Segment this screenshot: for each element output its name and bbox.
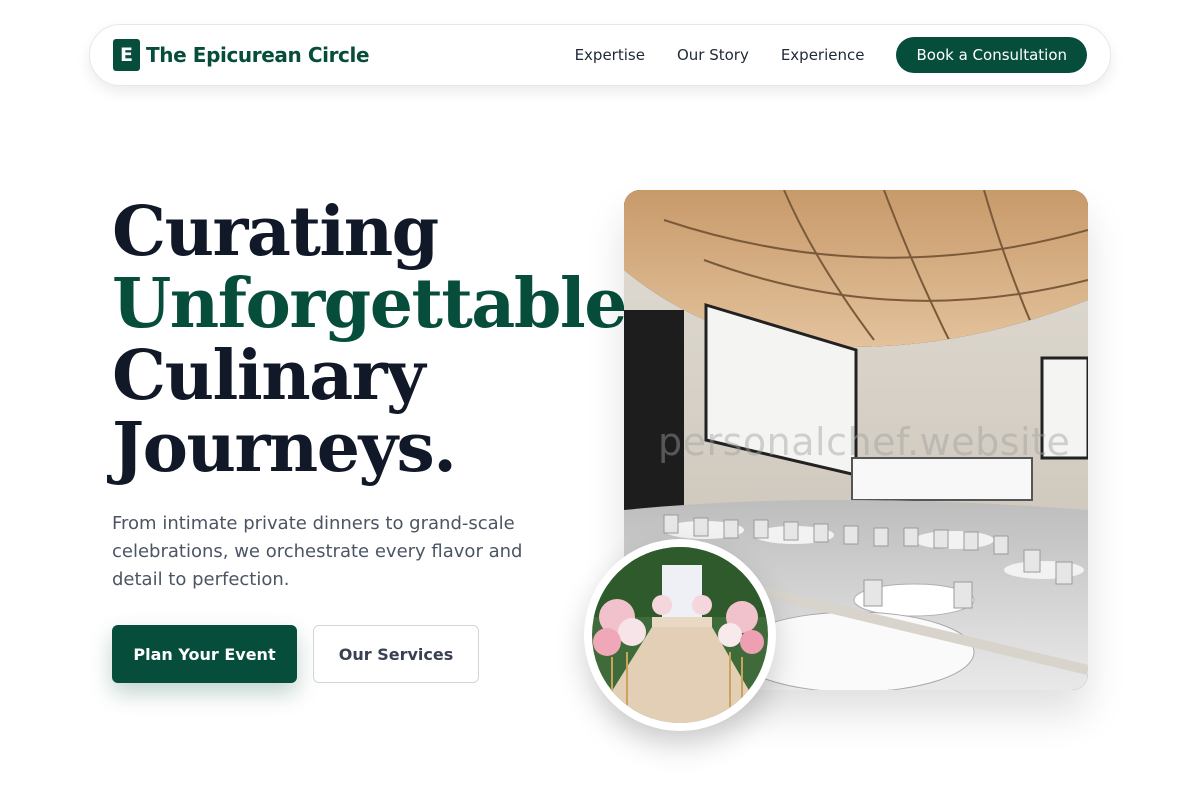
headline-line-2: Unforgettable <box>112 264 628 344</box>
headline-line-3: Culinary <box>112 336 426 416</box>
nav-link-expertise[interactable]: Expertise <box>575 46 645 64</box>
brand-name: The Epicurean Circle <box>146 43 370 67</box>
our-services-button[interactable]: Our Services <box>313 625 479 683</box>
book-consultation-button[interactable]: Book a Consultation <box>896 37 1087 73</box>
watermark-text: personalchef.website <box>658 420 1071 464</box>
nav-link-experience[interactable]: Experience <box>781 46 865 64</box>
wedding-aisle-photo <box>584 539 776 731</box>
headline-line-4: Journeys. <box>112 408 457 488</box>
nav-link-our-story[interactable]: Our Story <box>677 46 749 64</box>
hero-headline: Curating Unforgettable Culinary Journeys… <box>112 192 628 488</box>
logo-mark-icon: E <box>113 39 140 71</box>
plan-event-button[interactable]: Plan Your Event <box>112 625 297 683</box>
top-navigation: E The Epicurean Circle Expertise Our Sto… <box>89 24 1111 86</box>
hero-subtext: From intimate private dinners to grand-s… <box>112 513 523 590</box>
brand-logo[interactable]: E The Epicurean Circle <box>113 39 370 71</box>
nav-links: Expertise Our Story Experience Book a Co… <box>575 37 1087 73</box>
headline-line-1: Curating <box>112 192 439 272</box>
